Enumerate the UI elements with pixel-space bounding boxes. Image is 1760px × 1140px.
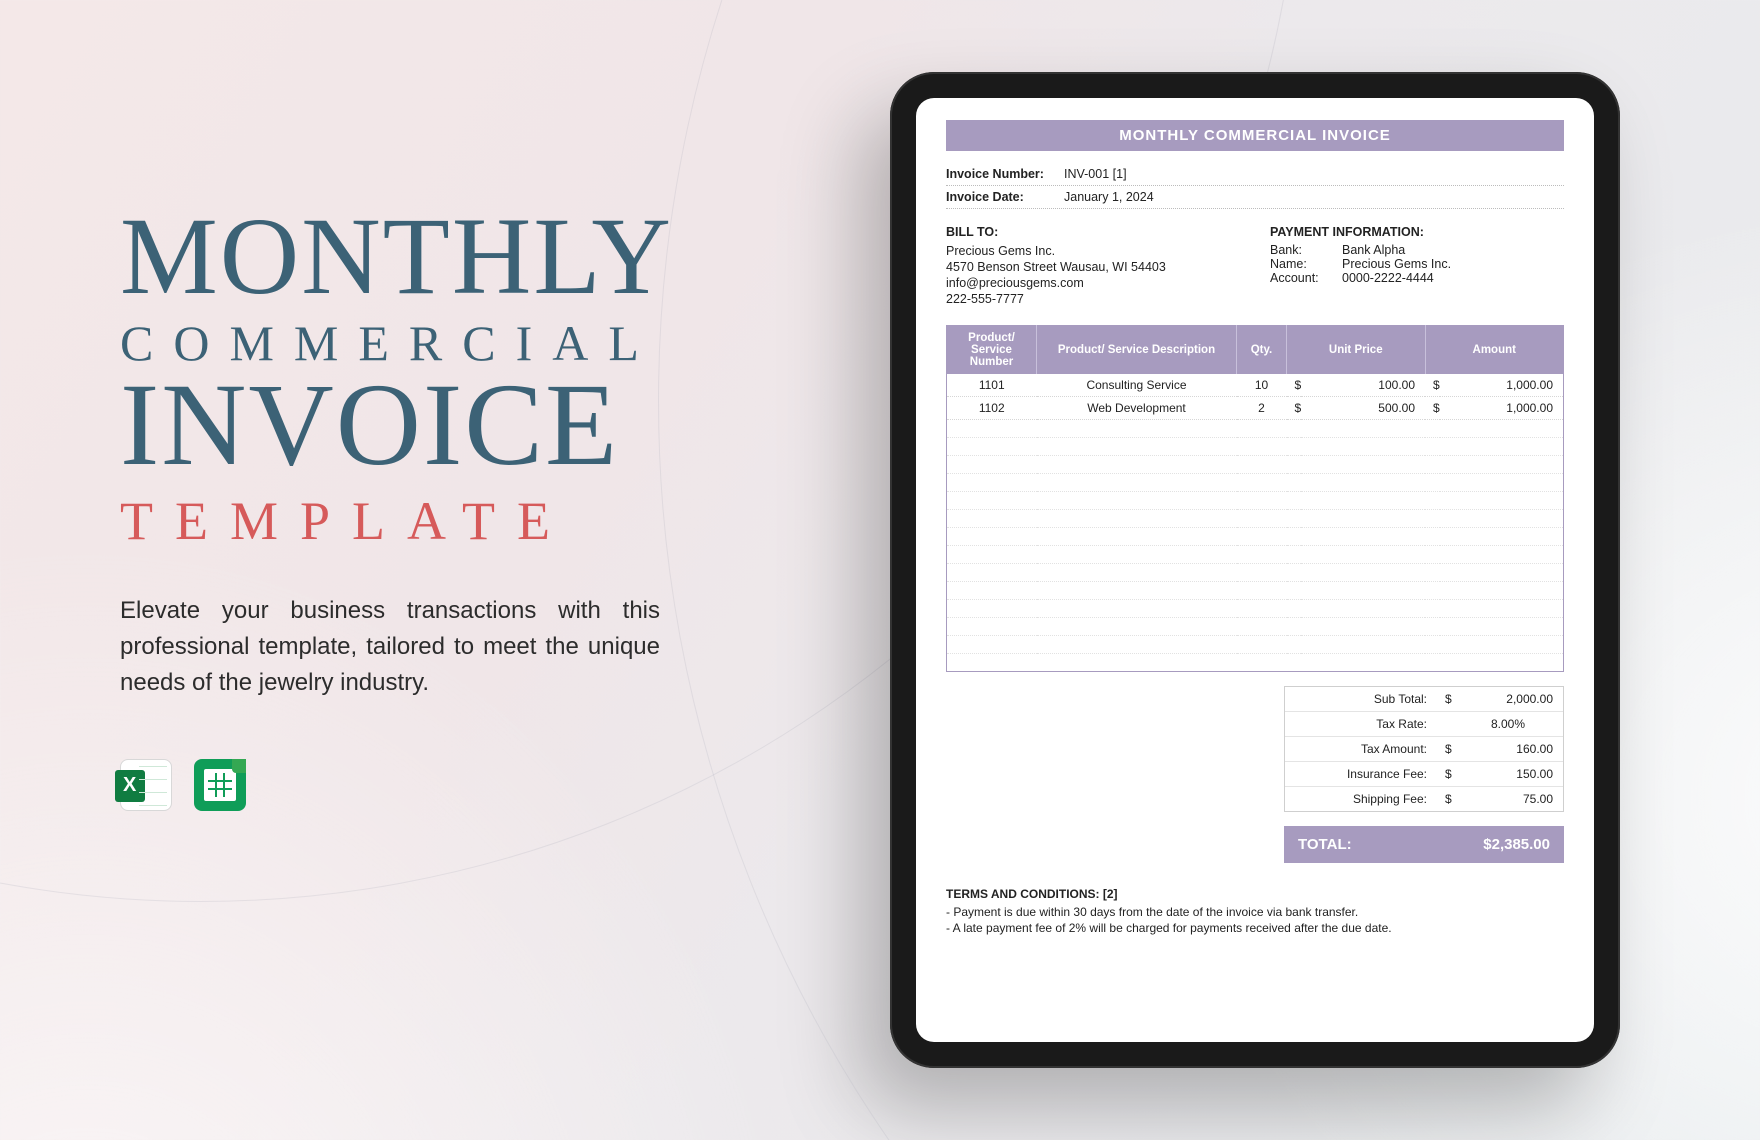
grand-label: TOTAL:: [1298, 836, 1483, 853]
table-row: 1102Web Development2$500.00$1,000.00: [947, 397, 1564, 420]
table-row-blank: [947, 654, 1564, 672]
account-label: Account:: [1270, 271, 1342, 285]
table-row-blank: [947, 582, 1564, 600]
payname-label: Name:: [1270, 257, 1342, 271]
bill-to-phone: 222-555-7777: [946, 291, 1240, 307]
col-desc: Product/ Service Description: [1037, 326, 1237, 375]
item-number: 1101: [947, 374, 1037, 397]
bill-to-name: Precious Gems Inc.: [946, 243, 1240, 259]
item-unit: 500.00: [1301, 397, 1425, 420]
terms-line-1: - Payment is due within 30 days from the…: [946, 904, 1564, 920]
taxamt-value: 160.00: [1463, 742, 1553, 756]
terms-line-2: - A late payment fee of 2% will be charg…: [946, 920, 1564, 936]
grand-total: TOTAL: $2,385.00: [1284, 826, 1564, 863]
item-qty: 10: [1237, 374, 1287, 397]
item-amount: 1,000.00: [1440, 397, 1564, 420]
invoice-title: MONTHLY COMMERCIAL INVOICE: [946, 120, 1564, 151]
title-line-4: TEMPLATE: [120, 494, 680, 549]
payment-info-block: PAYMENT INFORMATION: Bank:Bank Alpha Nam…: [1270, 225, 1564, 307]
invoice-meta: Invoice Number: INV-001 [1] Invoice Date…: [946, 163, 1564, 209]
google-sheets-icon: [194, 759, 246, 811]
subtotal-label: Sub Total:: [1295, 692, 1445, 706]
table-row-blank: [947, 456, 1564, 474]
currency: $: [1425, 374, 1440, 397]
invoice-number-label: Invoice Number:: [946, 167, 1064, 181]
tablet-frame: MONTHLY COMMERCIAL INVOICE Invoice Numbe…: [890, 72, 1620, 1068]
table-row-blank: [947, 618, 1564, 636]
item-amount: 1,000.00: [1440, 374, 1564, 397]
ship-value: 75.00: [1463, 792, 1553, 806]
table-row-blank: [947, 438, 1564, 456]
terms-heading: TERMS AND CONDITIONS: [2]: [946, 887, 1564, 901]
bank-value: Bank Alpha: [1342, 243, 1405, 257]
item-number: 1102: [947, 397, 1037, 420]
currency: $: [1287, 397, 1302, 420]
table-row-blank: [947, 546, 1564, 564]
taxrate-value: 8.00%: [1463, 717, 1553, 731]
line-items-table: Product/ Service Number Product/ Service…: [946, 325, 1564, 672]
payname-value: Precious Gems Inc.: [1342, 257, 1451, 271]
totals-box: Sub Total:$2,000.00 Tax Rate: 8.00% Tax A…: [1284, 686, 1564, 812]
currency: $: [1287, 374, 1302, 397]
item-qty: 2: [1237, 397, 1287, 420]
terms-block: TERMS AND CONDITIONS: [2] - Payment is d…: [946, 887, 1564, 936]
invoice-date-label: Invoice Date:: [946, 190, 1064, 204]
bill-to-heading: BILL TO:: [946, 225, 1240, 239]
col-number: Product/ Service Number: [947, 326, 1037, 375]
invoice-number-value: INV-001 [1]: [1064, 167, 1127, 181]
payment-info-heading: PAYMENT INFORMATION:: [1270, 225, 1564, 239]
currency: $: [1425, 397, 1440, 420]
grand-value: $2,385.00: [1483, 836, 1550, 853]
promo-description: Elevate your business transactions with …: [120, 593, 660, 701]
invoice-document: MONTHLY COMMERCIAL INVOICE Invoice Numbe…: [916, 98, 1594, 1042]
promo-panel: MONTHLY COMMERCIAL INVOICE TEMPLATE Elev…: [120, 200, 680, 811]
title-line-1: MONTHLY: [120, 200, 680, 312]
invoice-date-value: January 1, 2024: [1064, 190, 1154, 204]
item-desc: Web Development: [1037, 397, 1237, 420]
item-desc: Consulting Service: [1037, 374, 1237, 397]
table-row-blank: [947, 528, 1564, 546]
col-amount: Amount: [1425, 326, 1564, 375]
col-qty: Qty.: [1237, 326, 1287, 375]
table-row-blank: [947, 636, 1564, 654]
table-row-blank: [947, 492, 1564, 510]
col-unit: Unit Price: [1287, 326, 1426, 375]
taxrate-label: Tax Rate:: [1295, 717, 1445, 731]
table-row-blank: [947, 510, 1564, 528]
title-line-3: INVOICE: [120, 365, 680, 485]
format-icons: [120, 759, 680, 811]
ship-label: Shipping Fee:: [1295, 792, 1445, 806]
ins-label: Insurance Fee:: [1295, 767, 1445, 781]
bill-to-block: BILL TO: Precious Gems Inc. 4570 Benson …: [946, 225, 1240, 307]
taxamt-label: Tax Amount:: [1295, 742, 1445, 756]
bill-to-email: info@preciousgems.com: [946, 275, 1240, 291]
currency: $: [1445, 692, 1463, 706]
table-row: 1101Consulting Service10$100.00$1,000.00: [947, 374, 1564, 397]
bill-to-address: 4570 Benson Street Wausau, WI 54403: [946, 259, 1240, 275]
ins-value: 150.00: [1463, 767, 1553, 781]
table-row-blank: [947, 600, 1564, 618]
bank-label: Bank:: [1270, 243, 1342, 257]
excel-icon: [120, 759, 172, 811]
table-row-blank: [947, 474, 1564, 492]
item-unit: 100.00: [1301, 374, 1425, 397]
table-row-blank: [947, 420, 1564, 438]
subtotal-value: 2,000.00: [1463, 692, 1553, 706]
table-row-blank: [947, 564, 1564, 582]
account-value: 0000-2222-4444: [1342, 271, 1434, 285]
